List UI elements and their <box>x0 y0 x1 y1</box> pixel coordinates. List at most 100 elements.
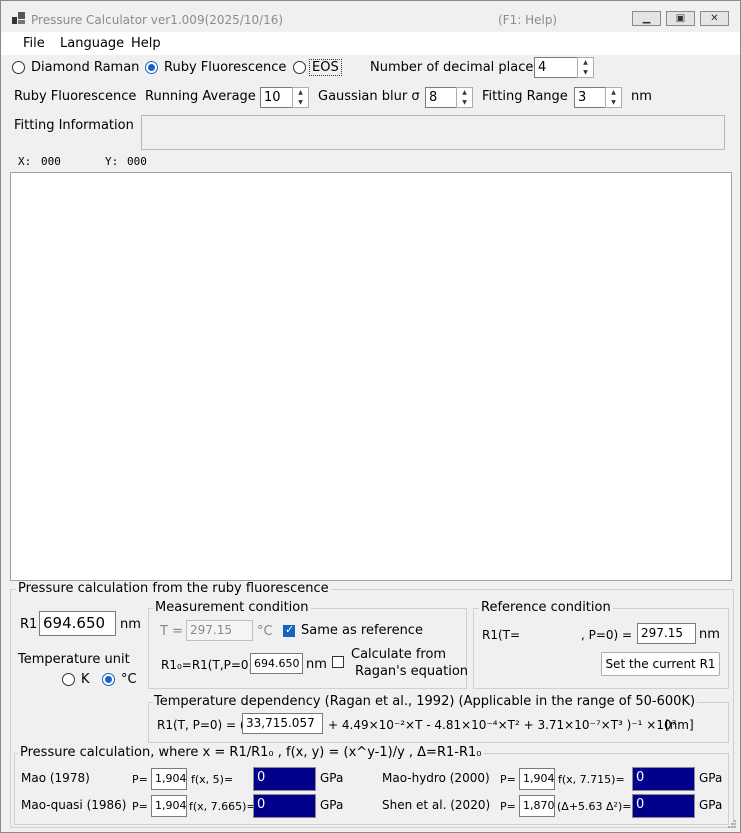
spin-down-icon[interactable]: ▼ <box>457 98 472 107</box>
reference-title: Reference condition <box>479 600 613 615</box>
temp-dependency-formula: + 4.49×10⁻²×T - 4.81×10⁻⁴×T² + 3.71×10⁻⁷… <box>328 718 677 732</box>
fitting-range-spinner[interactable]: ▲ ▼ <box>605 87 622 108</box>
result-shen: 0 <box>632 794 695 818</box>
fitting-range-label: Fitting Range <box>482 89 568 104</box>
p0-label: , P=0) = <box>581 628 633 642</box>
p-label-mao: P= <box>132 773 148 786</box>
fitting-info-label: Fitting Information <box>14 118 134 133</box>
temp-dependency-title: Temperature dependency (Ragan et al., 19… <box>152 694 698 709</box>
p-input-mao-hydro[interactable]: 1,904 <box>519 768 555 790</box>
help-hint: (F1: Help) <box>498 13 558 27</box>
pressure-formula-title: Pressure calculation, where x = R1/R1₀ ,… <box>18 745 484 760</box>
close-button[interactable]: ✕ <box>700 11 729 26</box>
p-input-mao[interactable]: 1,904 <box>151 768 187 790</box>
maximize-button[interactable]: ▣ <box>666 11 695 26</box>
measurement-title: Measurement condition <box>153 600 311 615</box>
y-coord-label: Y: <box>105 155 119 168</box>
ruby-row-title: Ruby Fluorescence <box>14 89 137 104</box>
menu-file[interactable]: File <box>23 36 45 51</box>
t-input[interactable]: 297.15 <box>186 620 253 641</box>
p-label-mao-quasi: P= <box>132 800 148 813</box>
method-name-mao-hydro: Mao-hydro (2000) <box>382 771 490 785</box>
spin-up-icon[interactable]: ▲ <box>293 88 308 97</box>
r10-unit: nm <box>306 657 327 672</box>
r1t-label: R1(T= <box>482 628 521 642</box>
pressure-formula-group <box>14 753 729 825</box>
set-current-r1-button[interactable]: Set the current R1 <box>601 652 720 676</box>
label-diamond-raman[interactable]: Diamond Raman <box>31 60 139 75</box>
close-icon: ✕ <box>710 13 719 24</box>
x-coord-value: 000 <box>41 155 61 168</box>
window-title: Pressure Calculator ver1.009(2025/10/16) <box>31 13 284 27</box>
ragan-equation-label[interactable]: Ragan's equation <box>355 664 468 679</box>
label-celsius[interactable]: °C <box>121 672 137 687</box>
p-input-shen[interactable]: 1,870 <box>519 795 555 817</box>
r10-input[interactable]: 694.650 <box>250 653 303 674</box>
calculate-ragan-checkbox[interactable] <box>332 656 344 668</box>
reference-r1-input[interactable]: 297.15 <box>637 623 696 644</box>
spin-up-icon[interactable]: ▲ <box>457 88 472 97</box>
radio-ruby-fluorescence[interactable] <box>145 61 158 74</box>
radio-diamond-raman[interactable] <box>12 61 25 74</box>
r10-label: R1₀=R1(T,P=0) <box>161 658 254 672</box>
unit-mao: GPa <box>320 771 344 785</box>
radio-celsius[interactable] <box>102 673 115 686</box>
minimize-icon: ▁ <box>642 13 651 24</box>
spin-down-icon[interactable]: ▼ <box>578 68 593 77</box>
x-coord-label: X: <box>18 155 32 168</box>
same-as-reference-label[interactable]: Same as reference <box>301 623 423 638</box>
running-average-input[interactable]: 10 <box>260 87 293 108</box>
spin-down-icon[interactable]: ▼ <box>293 98 308 107</box>
decimal-places-spinner[interactable]: ▲ ▼ <box>577 57 594 78</box>
unit-mao-quasi: GPa <box>320 798 344 812</box>
fitting-range-input[interactable]: 3 <box>574 87 607 108</box>
decimal-places-input[interactable]: 4 <box>534 57 578 78</box>
f-label-mao-quasi: f(x, 7.665)= <box>189 800 256 813</box>
minimize-button[interactable]: ▁ <box>632 11 661 26</box>
menu-bar: File Language Help <box>1 32 740 55</box>
gaussian-blur-input[interactable]: 8 <box>425 87 458 108</box>
reference-unit: nm <box>699 627 720 642</box>
f-label-mao: f(x, 5)= <box>191 773 234 786</box>
menu-language[interactable]: Language <box>60 36 124 51</box>
temperature-unit-label: Temperature unit <box>18 652 130 667</box>
running-average-spinner[interactable]: ▲ ▼ <box>292 87 309 108</box>
result-mao: 0 <box>253 767 316 791</box>
unit-mao-hydro: GPa <box>699 771 723 785</box>
radio-eos[interactable] <box>293 61 306 74</box>
y-coord-value: 000 <box>127 155 147 168</box>
spin-up-icon[interactable]: ▲ <box>606 88 621 97</box>
label-kelvin[interactable]: K <box>81 672 90 687</box>
result-mao-quasi: 0 <box>253 794 316 818</box>
resize-grip-icon[interactable] <box>727 819 737 829</box>
temp-dependency-input[interactable]: 33,715.057 <box>242 713 323 734</box>
menu-help[interactable]: Help <box>131 36 161 51</box>
f-label-shen: (Δ+5.63 Δ²)= <box>557 800 632 813</box>
maximize-icon: ▣ <box>675 13 686 24</box>
label-eos[interactable]: EOS <box>309 59 342 76</box>
t-label: T = <box>160 624 183 639</box>
label-ruby-fluorescence[interactable]: Ruby Fluorescence <box>164 60 286 75</box>
running-average-label: Running Average <box>145 89 256 104</box>
temp-dependency-prefix: R1(T, P=0) = ( <box>157 718 245 732</box>
f-label-mao-hydro: f(x, 7.715)= <box>558 773 625 786</box>
result-mao-hydro: 0 <box>632 767 695 791</box>
radio-kelvin[interactable] <box>62 673 75 686</box>
p-input-mao-quasi[interactable]: 1,904 <box>151 795 187 817</box>
app-window: Pressure Calculator ver1.009(2025/10/16)… <box>0 0 741 833</box>
same-as-reference-checkbox[interactable] <box>283 623 295 637</box>
spectrum-plot-area[interactable] <box>10 172 732 581</box>
calculate-from-label[interactable]: Calculate from <box>351 647 446 662</box>
fitting-range-unit: nm <box>631 89 652 104</box>
method-name-mao-quasi: Mao-quasi (1986) <box>21 798 127 812</box>
spin-down-icon[interactable]: ▼ <box>606 98 621 107</box>
r1-input[interactable]: 694.650 <box>39 611 116 636</box>
t-unit: °C <box>257 624 273 639</box>
gaussian-blur-label: Gaussian blur σ <box>318 89 420 104</box>
title-bar[interactable]: Pressure Calculator ver1.009(2025/10/16)… <box>1 1 740 31</box>
p-label-mao-hydro: P= <box>500 773 516 786</box>
spin-up-icon[interactable]: ▲ <box>578 58 593 67</box>
fitting-info-box <box>141 115 725 150</box>
gaussian-blur-spinner[interactable]: ▲ ▼ <box>456 87 473 108</box>
method-name-mao: Mao (1978) <box>21 771 90 785</box>
